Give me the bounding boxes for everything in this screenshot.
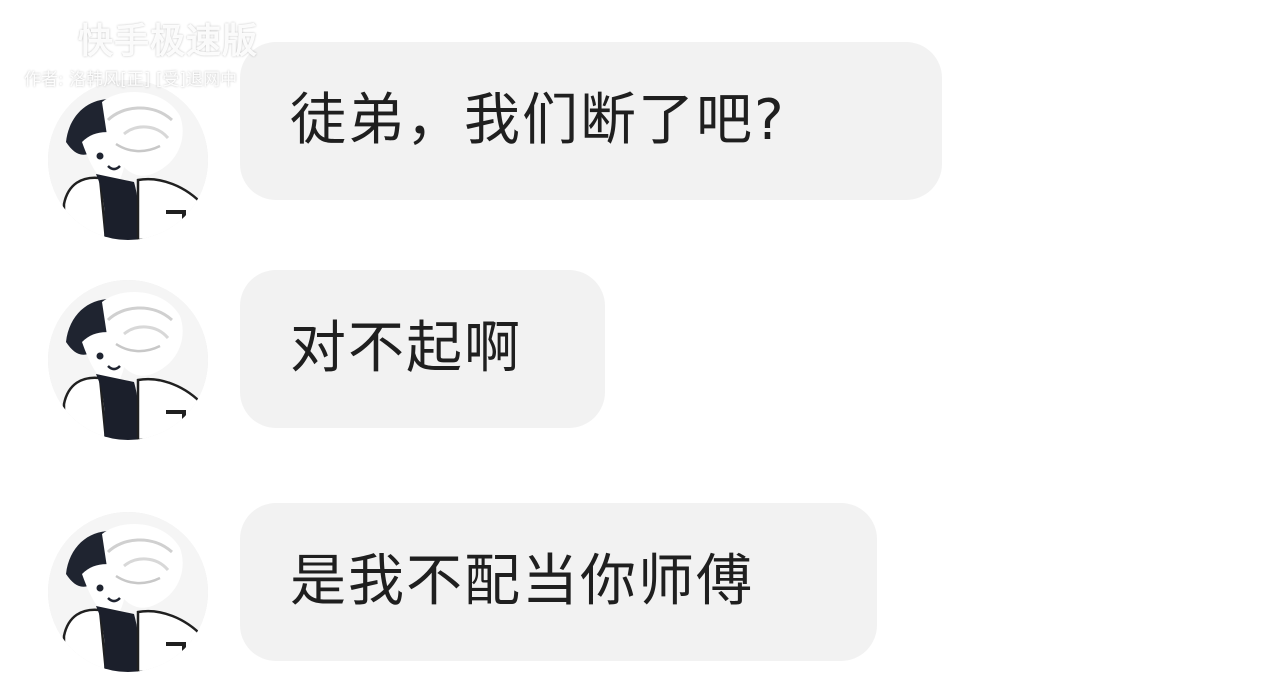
watermark: 快手极速版 作者: 洛韩风[正] [受]退网中: [24, 22, 258, 90]
avatar[interactable]: [48, 80, 208, 240]
kuaishou-logo-icon: [27, 22, 69, 59]
anime-avatar-icon: [48, 80, 208, 240]
message-text: 徒弟，我们断了吧?: [290, 88, 786, 153]
watermark-author: 作者: 洛韩风[正] [受]退网中: [24, 70, 238, 90]
message-bubble[interactable]: 徒弟，我们断了吧?: [240, 42, 942, 200]
chat-message: 是我不配当你师傅: [0, 500, 1280, 672]
chat-message: 对不起啊: [0, 270, 1280, 440]
anime-avatar-icon: [48, 280, 208, 440]
message-bubble[interactable]: 是我不配当你师傅: [240, 503, 877, 661]
avatar[interactable]: [48, 280, 208, 440]
anime-avatar-icon: [48, 512, 208, 672]
message-text: 是我不配当你师傅: [290, 549, 754, 614]
avatar[interactable]: [48, 512, 208, 672]
message-bubble[interactable]: 对不起啊: [240, 270, 605, 428]
watermark-title: 快手极速版: [78, 22, 259, 62]
message-text: 对不起啊: [290, 316, 522, 381]
